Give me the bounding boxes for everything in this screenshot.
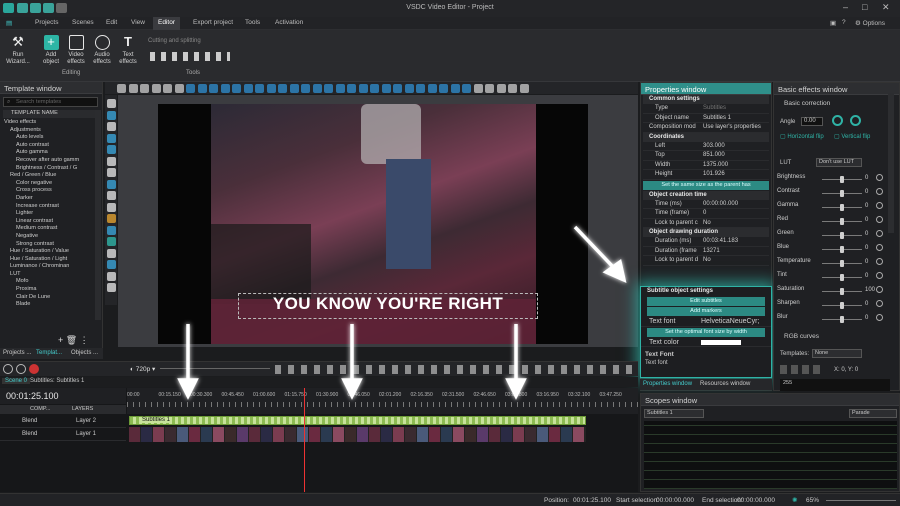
annotation-arrows (177, 225, 627, 400)
arrow-1-head (177, 378, 199, 400)
arrow-2-head (341, 378, 363, 400)
arrow-3-head (505, 378, 527, 400)
arrow-4 (573, 225, 618, 272)
